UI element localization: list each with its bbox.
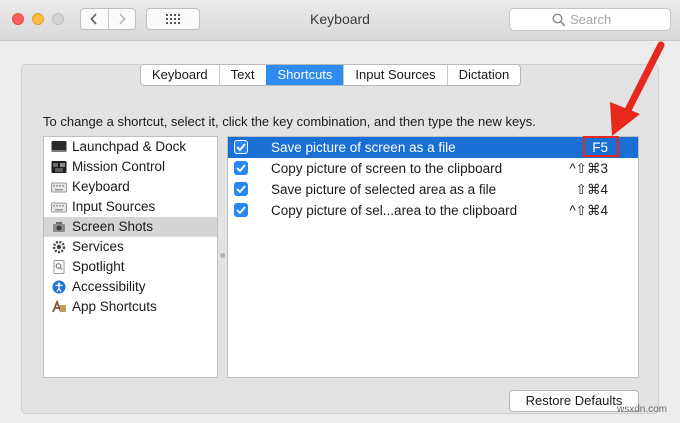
category-label: Mission Control bbox=[72, 159, 166, 174]
category-label: Keyboard bbox=[72, 179, 130, 194]
tab-shortcuts[interactable]: Shortcuts bbox=[265, 65, 344, 85]
shortcut-description: Copy picture of sel...area to the clipbo… bbox=[271, 203, 518, 218]
checkmark-icon bbox=[236, 164, 246, 172]
shortcut-checkbox[interactable] bbox=[234, 182, 248, 196]
watermark: wsxdn.com bbox=[617, 404, 668, 415]
category-label: Spotlight bbox=[72, 259, 125, 274]
chevron-left-icon bbox=[90, 13, 97, 25]
zoom-window-button[interactable] bbox=[52, 13, 64, 25]
search-icon bbox=[552, 13, 566, 27]
shortcut-row[interactable]: Copy picture of screen to the clipboard … bbox=[228, 158, 638, 179]
forward-button[interactable] bbox=[107, 9, 136, 29]
shortcut-checkbox[interactable] bbox=[234, 140, 248, 154]
annotation-arrow-icon bbox=[610, 41, 665, 136]
tab-dictation[interactable]: Dictation bbox=[446, 65, 521, 85]
gear-icon bbox=[52, 240, 66, 254]
title-bar: Keyboard Search bbox=[0, 0, 680, 41]
grid-icon bbox=[166, 14, 180, 24]
launchpad-icon bbox=[51, 141, 67, 152]
navigation-buttons bbox=[80, 8, 136, 30]
shortcut-checkbox[interactable] bbox=[234, 203, 248, 217]
instructions-text: To change a shortcut, select it, click t… bbox=[43, 114, 536, 129]
checkmark-icon bbox=[236, 185, 246, 193]
category-label: Screen Shots bbox=[72, 219, 154, 234]
spotlight-icon bbox=[53, 260, 65, 274]
category-label: Input Sources bbox=[72, 199, 156, 214]
keyboard-icon bbox=[51, 182, 67, 193]
category-label: App Shortcuts bbox=[72, 299, 157, 314]
screenshot-icon bbox=[53, 222, 65, 232]
tab-bar: Keyboard Text Shortcuts Input Sources Di… bbox=[140, 64, 522, 86]
tab-input-sources[interactable]: Input Sources bbox=[343, 65, 446, 85]
shortcut-key[interactable]: ^⇧⌘3 bbox=[569, 161, 608, 177]
shortcut-checkbox[interactable] bbox=[234, 161, 248, 175]
shortcut-description: Save picture of selected area as a file bbox=[271, 182, 497, 197]
shortcut-description: Save picture of screen as a file bbox=[271, 140, 456, 155]
accessibility-icon bbox=[52, 280, 66, 294]
chevron-right-icon bbox=[119, 13, 126, 25]
minimize-window-button[interactable] bbox=[32, 13, 44, 25]
window-title: Keyboard bbox=[310, 11, 370, 27]
shortcut-key[interactable]: ^⇧⌘4 bbox=[569, 203, 608, 219]
category-app-shortcuts[interactable]: App Shortcuts bbox=[44, 297, 217, 317]
category-label: Accessibility bbox=[72, 279, 146, 294]
app-shortcuts-icon bbox=[52, 300, 66, 313]
close-window-button[interactable] bbox=[12, 13, 24, 25]
search-placeholder: Search bbox=[570, 12, 612, 27]
shortcut-description: Copy picture of screen to the clipboard bbox=[271, 161, 503, 176]
shortcut-key[interactable]: ⇧⌘4 bbox=[576, 182, 608, 198]
category-input-sources[interactable]: Input Sources bbox=[44, 197, 217, 217]
search-field[interactable]: Search bbox=[509, 8, 671, 31]
shortcut-list: Save picture of screen as a file F5 Copy… bbox=[227, 136, 639, 378]
category-label: Services bbox=[72, 239, 124, 254]
category-launchpad-dock[interactable]: Launchpad & Dock bbox=[44, 137, 217, 157]
shortcut-row[interactable]: Copy picture of sel...area to the clipbo… bbox=[228, 200, 638, 221]
tab-text[interactable]: Text bbox=[218, 65, 266, 85]
tab-keyboard[interactable]: Keyboard bbox=[141, 65, 219, 85]
category-label: Launchpad & Dock bbox=[72, 139, 187, 154]
mission-control-icon bbox=[51, 161, 67, 173]
shortcut-row[interactable]: Save picture of screen as a file F5 bbox=[228, 137, 638, 158]
category-services[interactable]: Services bbox=[44, 237, 217, 257]
category-screen-shots[interactable]: Screen Shots bbox=[44, 217, 217, 237]
category-spotlight[interactable]: Spotlight bbox=[44, 257, 217, 277]
shortcut-row[interactable]: Save picture of selected area as a file … bbox=[228, 179, 638, 200]
checkmark-icon bbox=[236, 143, 246, 151]
checkmark-icon bbox=[236, 206, 246, 214]
category-keyboard[interactable]: Keyboard bbox=[44, 177, 217, 197]
category-mission-control[interactable]: Mission Control bbox=[44, 157, 217, 177]
category-list: Launchpad & Dock Mission Control Keyboar… bbox=[43, 136, 218, 378]
back-button[interactable] bbox=[81, 9, 108, 29]
split-view-handle[interactable] bbox=[220, 253, 225, 258]
input-sources-icon bbox=[51, 202, 67, 213]
show-all-button[interactable] bbox=[146, 8, 200, 30]
category-accessibility[interactable]: Accessibility bbox=[44, 277, 217, 297]
